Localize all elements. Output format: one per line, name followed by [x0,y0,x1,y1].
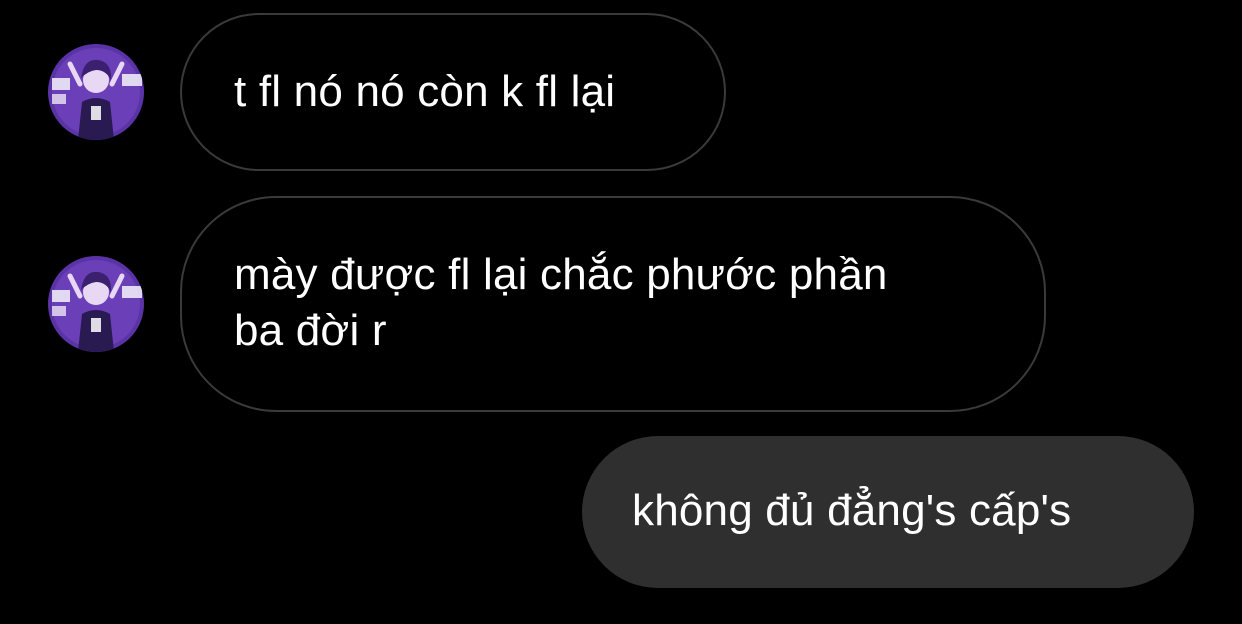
sender-avatar[interactable] [48,44,144,140]
message-text: mày được fl lại chắc phước phần ba đời r [234,250,888,355]
message-text: không đủ đẳng's cấp's [632,486,1072,535]
received-message-bubble[interactable]: t fl nó nó còn k fl lại [180,13,726,171]
avatar-image [48,44,144,140]
received-message-bubble[interactable]: mày được fl lại chắc phước phần ba đời r [180,196,1046,412]
sent-message-bubble[interactable]: không đủ đẳng's cấp's [582,436,1194,588]
message-thread: t fl nó nó còn k fl lại mày được fl lại … [0,0,1242,624]
sender-avatar[interactable] [48,256,144,352]
message-text: t fl nó nó còn k fl lại [234,67,616,116]
avatar-image [48,256,144,352]
